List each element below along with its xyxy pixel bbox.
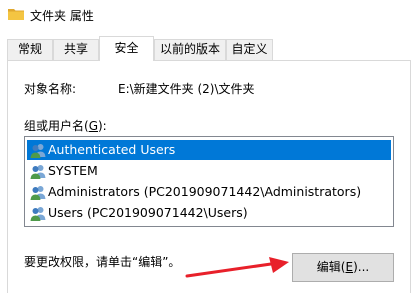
- user-group-icon: [30, 186, 46, 200]
- change-permissions-hint: 要更改权限，请单击“编辑”。: [24, 255, 181, 269]
- user-group-icon: [30, 165, 46, 179]
- object-name-value: E:\新建文件夹 (2)\文件夹: [118, 82, 255, 96]
- folder-icon: [8, 9, 24, 20]
- user-group-icon: [30, 207, 46, 221]
- group-users-label: 组或用户名(G):: [24, 119, 107, 133]
- user-group-icon: [30, 144, 46, 158]
- user-item-users[interactable]: Users (PC201909071442\Users): [27, 203, 391, 223]
- tab-previous-versions[interactable]: 以前的版本: [154, 39, 226, 60]
- user-list[interactable]: Authenticated Users SYSTEM Administrator…: [24, 136, 394, 227]
- tab-general[interactable]: 常规: [7, 39, 53, 60]
- user-item-system[interactable]: SYSTEM: [27, 161, 391, 181]
- user-item-label: Users (PC201909071442\Users): [48, 205, 248, 220]
- object-name-label: 对象名称:: [24, 82, 77, 96]
- user-item-label: Administrators (PC201909071442\Administr…: [48, 184, 362, 199]
- red-arrow-icon: [185, 257, 289, 278]
- tab-customize[interactable]: 自定义: [226, 39, 273, 60]
- edit-button[interactable]: 编辑(E)...: [292, 253, 394, 282]
- tab-sharing[interactable]: 共享: [53, 39, 99, 60]
- user-item-label: Authenticated Users: [48, 142, 176, 157]
- tab-security[interactable]: 安全: [99, 36, 154, 61]
- title-bar: 文件夹 属性: [0, 0, 416, 30]
- user-item-authenticated-users[interactable]: Authenticated Users: [27, 140, 391, 160]
- user-item-administrators[interactable]: Administrators (PC201909071442\Administr…: [27, 182, 391, 202]
- user-item-label: SYSTEM: [48, 163, 98, 178]
- tab-bar: 常规 共享 安全 以前的版本 自定义: [0, 30, 416, 61]
- window-title: 文件夹 属性: [30, 9, 94, 23]
